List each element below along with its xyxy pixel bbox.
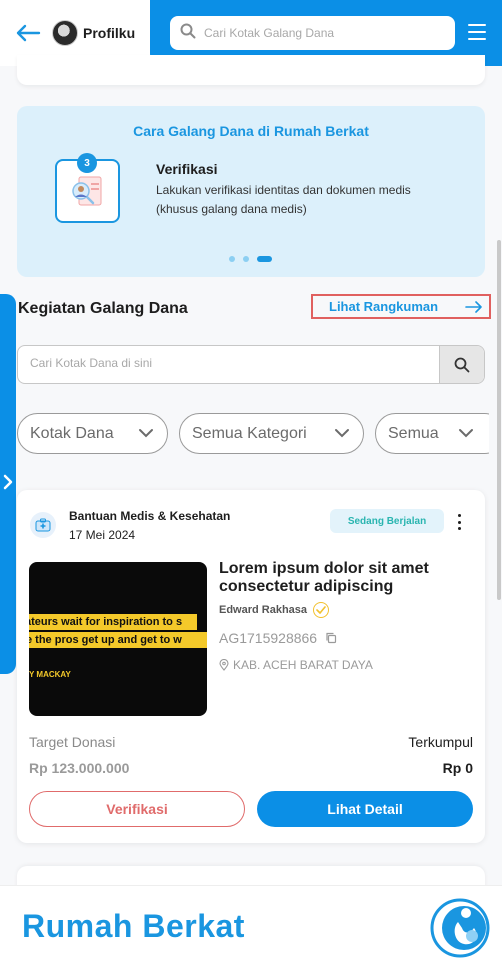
author-name: Edward Rakhasa <box>219 604 308 616</box>
target-label: Target Donasi <box>29 734 116 750</box>
brand-name: Rumah Berkat <box>22 908 245 944</box>
step-title: Verifikasi <box>156 161 218 177</box>
scrollbar[interactable] <box>497 240 501 600</box>
step-description: Lakukan verifikasi identitas dan dokumen… <box>156 183 411 216</box>
view-summary-label: Lihat Rangkuman <box>329 299 439 314</box>
filter-kategori[interactable]: Semua Kategori <box>179 413 364 454</box>
location-pin-icon <box>219 659 229 671</box>
filter-row: Kotak Dana Semua Kategori Semua <box>17 413 489 454</box>
view-detail-button[interactable]: Lihat Detail <box>257 791 473 827</box>
campaign-location: KAB. ACEH BARAT DAYA <box>233 658 373 672</box>
search-icon <box>180 23 196 44</box>
search-icon <box>454 357 470 372</box>
campaign-code: AG1715928866 <box>219 630 318 646</box>
header-search-box[interactable] <box>170 16 455 50</box>
footer: Rumah Berkat <box>0 885 502 968</box>
campaign-author: Edward Rakhasa <box>219 602 330 618</box>
previous-card-fragment <box>17 55 485 85</box>
copy-icon[interactable] <box>325 632 337 644</box>
campaign-location-row: KAB. ACEH BARAT DAYA <box>219 658 373 672</box>
step-number-badge: 3 <box>77 153 97 173</box>
fundraising-search <box>17 345 485 384</box>
campaign-title[interactable]: Lorem ipsum dolor sit amet consectetur a… <box>219 560 469 596</box>
chevron-down-icon <box>459 429 473 438</box>
filter-label: Semua <box>388 424 439 442</box>
filter-label: Semua Kategori <box>192 424 307 442</box>
collected-label: Terkumpul <box>408 734 473 750</box>
search-button[interactable] <box>439 346 484 383</box>
menu-icon[interactable] <box>468 24 486 40</box>
verification-illustration: 3 <box>55 153 120 223</box>
view-summary-link[interactable]: Lihat Rangkuman <box>311 294 491 319</box>
more-options-icon[interactable] <box>455 514 463 530</box>
chevron-down-icon <box>139 429 153 438</box>
header-search-input[interactable] <box>204 26 434 40</box>
filter-label: Kotak Dana <box>30 424 114 442</box>
campaign-date: 17 Mei 2024 <box>69 528 136 542</box>
thumbnail-quote-line-1: ateurs wait for inspiration to s <box>29 614 197 630</box>
document-check-icon <box>72 176 102 206</box>
campaign-category: Bantuan Medis & Kesehatan <box>69 509 231 523</box>
banner-title: Cara Galang Dana di Rumah Berkat <box>133 123 369 139</box>
verify-button[interactable]: Verifikasi <box>29 791 245 827</box>
arrow-right-icon <box>465 300 482 313</box>
section-title: Kegiatan Galang Dana <box>18 300 188 317</box>
profile-label[interactable]: Profilku <box>83 25 135 41</box>
how-to-banner: Cara Galang Dana di Rumah Berkat 3 Verif… <box>17 106 485 277</box>
carousel-dot-3[interactable] <box>257 256 272 262</box>
medical-kit-icon <box>30 512 56 538</box>
campaign-code-row: AG1715928866 <box>219 630 337 646</box>
collected-value: Rp 0 <box>442 760 473 776</box>
target-value: Rp 123.000.000 <box>29 760 130 776</box>
thumbnail-quote-author: Y MACKAY <box>29 670 71 679</box>
campaign-card[interactable]: Bantuan Medis & Kesehatan 17 Mei 2024 Se… <box>17 490 485 843</box>
carousel-dot-2[interactable] <box>243 256 249 262</box>
filter-semua[interactable]: Semua <box>375 413 489 454</box>
chevron-down-icon <box>335 429 349 438</box>
back-arrow-icon[interactable] <box>14 19 42 47</box>
campaign-thumbnail[interactable]: ateurs wait for inspiration to s e the p… <box>29 562 207 716</box>
carousel-dots <box>229 256 272 262</box>
thumbnail-quote-line-2: e the pros get up and get to w <box>29 632 207 648</box>
fundraising-search-input[interactable] <box>30 356 430 370</box>
rumah-berkat-logo-icon <box>430 898 490 958</box>
avatar[interactable] <box>52 20 78 46</box>
filter-kotak-dana[interactable]: Kotak Dana <box>17 413 168 454</box>
status-badge: Sedang Berjalan <box>330 509 444 533</box>
side-drawer-tab[interactable] <box>0 294 16 674</box>
carousel-dot-1[interactable] <box>229 256 235 262</box>
chevron-right-icon <box>3 474 13 490</box>
verified-badge-icon <box>313 602 330 618</box>
